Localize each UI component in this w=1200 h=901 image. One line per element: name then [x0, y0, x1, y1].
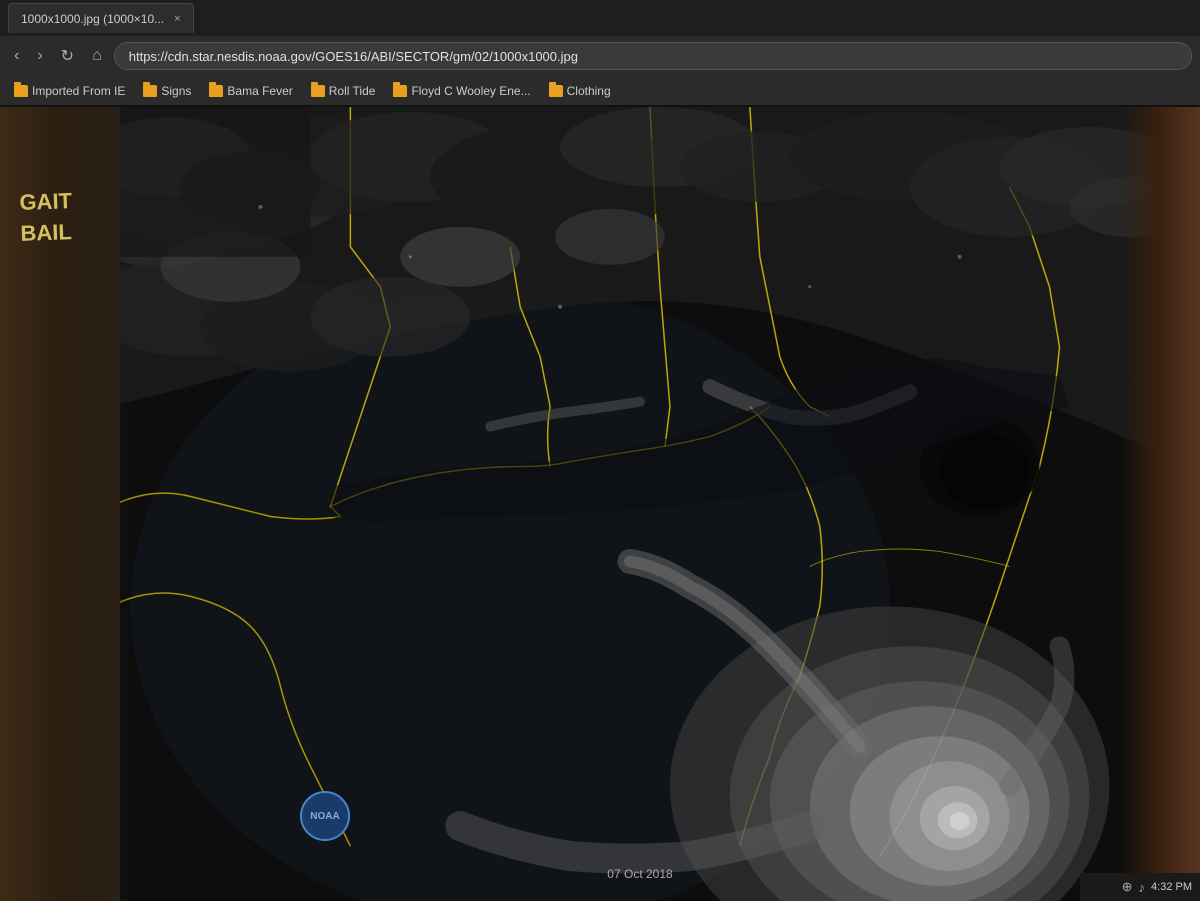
tab-close-button[interactable]: ×: [174, 13, 180, 25]
bookmark-floyd-wooley[interactable]: Floyd C Wooley Ene...: [385, 82, 538, 100]
url-text: https://cdn.star.nesdis.noaa.gov/GOES16/…: [129, 49, 578, 64]
noaa-badge: NOAA: [300, 791, 350, 841]
satellite-image: [120, 107, 1160, 901]
refresh-button[interactable]: ↻: [55, 42, 80, 70]
folder-icon: [143, 85, 157, 97]
noaa-text: NOAA: [310, 811, 339, 822]
system-tray: ⊕ ♪ 4:32 PM: [1080, 873, 1200, 901]
folder-icon: [209, 85, 223, 97]
home-button[interactable]: ⌂: [86, 43, 108, 69]
system-time: 4:32 PM: [1151, 881, 1192, 893]
bookmark-bama-fever[interactable]: Bama Fever: [201, 82, 300, 100]
tab-bar: 1000x1000.jpg (1000×10... ×: [0, 0, 1200, 36]
folder-icon: [549, 85, 563, 97]
tab-title: 1000x1000.jpg (1000×10...: [21, 12, 164, 26]
bookmark-clothing[interactable]: Clothing: [541, 82, 619, 100]
bookmark-label: Signs: [161, 84, 191, 98]
bookmark-roll-tide[interactable]: Roll Tide: [303, 82, 384, 100]
side-text-line2: BAIL: [20, 217, 74, 250]
address-bar[interactable]: https://cdn.star.nesdis.noaa.gov/GOES16/…: [114, 42, 1192, 70]
side-notepad-text: GAIT BAIL: [19, 186, 74, 249]
bookmark-label: Clothing: [567, 84, 611, 98]
back-button[interactable]: ‹: [8, 43, 25, 69]
screen-photo: GAIT BAIL: [0, 107, 1200, 901]
bookmark-label: Floyd C Wooley Ene...: [411, 84, 530, 98]
bookmarks-bar: Imported From IE Signs Bama Fever Roll T…: [0, 76, 1200, 106]
bookmark-label: Roll Tide: [329, 84, 376, 98]
browser-chrome: 1000x1000.jpg (1000×10... × ‹ › ↻ ⌂ http…: [0, 0, 1200, 107]
bookmark-imported-from-ie[interactable]: Imported From IE: [6, 82, 133, 100]
ambient-right: [1120, 107, 1200, 901]
folder-icon: [14, 85, 28, 97]
forward-button[interactable]: ›: [31, 43, 48, 69]
side-text-line1: GAIT: [19, 186, 73, 219]
active-tab[interactable]: 1000x1000.jpg (1000×10... ×: [8, 3, 194, 33]
wifi-icon: ⊕: [1122, 879, 1133, 895]
laptop-screen: NOAA 07 Oct 2018: [120, 107, 1160, 901]
folder-icon: [311, 85, 325, 97]
bookmark-label: Bama Fever: [227, 84, 292, 98]
folder-icon: [393, 85, 407, 97]
bookmark-label: Imported From IE: [32, 84, 125, 98]
date-text: 07 Oct 2018: [607, 867, 672, 881]
bookmark-signs[interactable]: Signs: [135, 82, 199, 100]
volume-icon: ♪: [1139, 880, 1146, 895]
date-stamp: 07 Oct 2018: [607, 867, 672, 881]
address-bar-row: ‹ › ↻ ⌂ https://cdn.star.nesdis.noaa.gov…: [0, 36, 1200, 76]
noaa-logo: NOAA: [300, 791, 350, 841]
